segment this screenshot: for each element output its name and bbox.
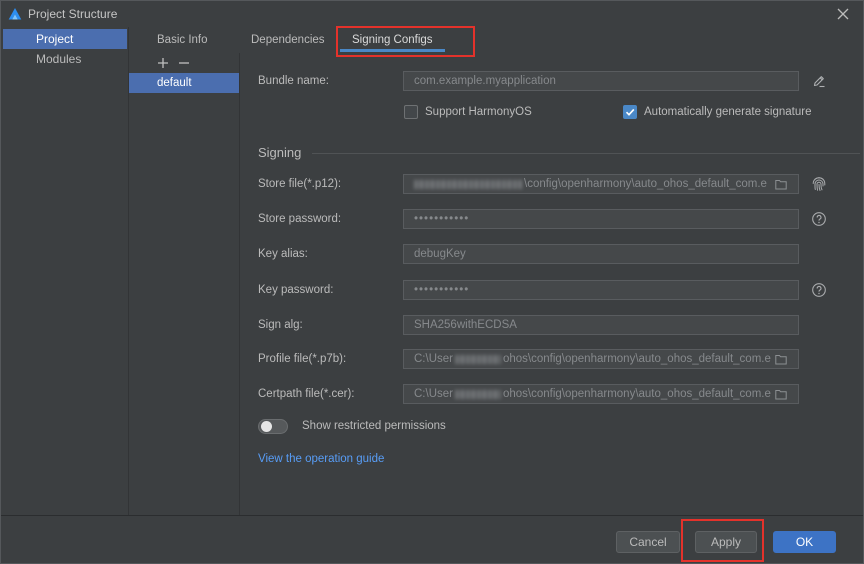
store-password-field[interactable]: •••••••••••	[403, 209, 799, 229]
auto-generate-signature-checkbox[interactable]	[623, 105, 637, 119]
profile-file-value-end: ohos\config\openharmony\auto_ohos_defaul…	[502, 353, 771, 365]
bundle-name-row: Bundle name: com.example.myapplication	[240, 71, 864, 91]
certpath-file-field[interactable]: C:\User ohos\config\openharmony\auto_oho…	[403, 384, 799, 404]
help-icon[interactable]	[812, 283, 826, 297]
folder-icon[interactable]	[775, 389, 787, 400]
title-bar: Project Structure	[0, 0, 864, 27]
fingerprint-icon[interactable]	[811, 176, 827, 192]
tab-signing-configs[interactable]: Signing Configs	[340, 27, 445, 53]
support-harmonyos-checkbox[interactable]	[404, 105, 418, 119]
key-alias-field[interactable]: debugKey	[403, 244, 799, 264]
redacted-path-blur	[454, 354, 501, 364]
show-restricted-permissions-toggle[interactable]	[258, 419, 288, 434]
list-item-default[interactable]: default	[129, 73, 239, 93]
signing-config-list: default	[129, 53, 240, 515]
certpath-file-label: Certpath file(*.cer):	[258, 388, 355, 400]
minus-icon[interactable]	[178, 57, 190, 69]
profile-file-value-start: C:\User	[414, 353, 453, 365]
store-password-row: Store password: •••••••••••	[240, 209, 864, 229]
section-divider	[312, 153, 860, 154]
apply-button[interactable]: Apply	[695, 531, 757, 553]
signing-section-title: Signing	[258, 145, 302, 160]
key-alias-label: Key alias:	[258, 248, 308, 260]
store-file-field[interactable]: \config\openharmony\auto_ohos_default_co…	[403, 174, 799, 194]
dialog-footer: Cancel Apply OK	[0, 515, 864, 564]
key-alias-row: Key alias: debugKey	[240, 244, 864, 264]
show-restricted-permissions-label: Show restricted permissions	[302, 420, 446, 432]
store-password-label: Store password:	[258, 213, 342, 225]
folder-icon[interactable]	[775, 354, 787, 365]
project-structure-dialog: Project Structure Project Modules Basic …	[0, 0, 864, 564]
key-alias-value: debugKey	[414, 248, 466, 260]
sign-alg-label: Sign alg:	[258, 319, 303, 331]
toggle-knob	[261, 421, 272, 432]
store-file-row: Store file(*.p12): \config\openharmony\a…	[240, 174, 864, 194]
bundle-name-label: Bundle name:	[258, 75, 329, 87]
redacted-path-blur	[454, 389, 501, 399]
profile-file-field[interactable]: C:\User ohos\config\openharmony\auto_oho…	[403, 349, 799, 369]
sign-alg-row: Sign alg: SHA256withECDSA	[240, 315, 864, 335]
window-title: Project Structure	[28, 7, 118, 21]
bundle-name-field[interactable]: com.example.myapplication	[403, 71, 799, 91]
signing-configs-panel: Bundle name: com.example.myapplication S…	[240, 53, 864, 515]
sidebar-item-project[interactable]: Project	[3, 29, 127, 49]
key-password-label: Key password:	[258, 284, 334, 296]
tab-dependencies[interactable]: Dependencies	[239, 27, 337, 53]
sign-alg-field[interactable]: SHA256withECDSA	[403, 315, 799, 335]
sign-alg-value: SHA256withECDSA	[414, 319, 517, 331]
store-file-value: \config\openharmony\auto_ohos_default_co…	[524, 178, 767, 190]
cancel-button[interactable]: Cancel	[616, 531, 680, 553]
pencil-icon[interactable]	[812, 74, 826, 88]
profile-file-row: Profile file(*.p7b): C:\User ohos\config…	[240, 349, 864, 369]
sidebar: Project Modules	[0, 27, 129, 515]
key-password-field[interactable]: •••••••••••	[403, 280, 799, 300]
key-password-value: •••••••••••	[414, 284, 470, 296]
plus-icon[interactable]	[157, 57, 169, 69]
support-harmonyos-label: Support HarmonyOS	[425, 106, 532, 118]
operation-guide-link[interactable]: View the operation guide	[258, 452, 384, 467]
ok-button[interactable]: OK	[773, 531, 836, 553]
tab-bar: Basic Info Dependencies Signing Configs	[129, 27, 864, 53]
folder-icon[interactable]	[775, 179, 787, 190]
bundle-name-value: com.example.myapplication	[414, 75, 556, 87]
profile-file-label: Profile file(*.p7b):	[258, 353, 347, 365]
certpath-file-row: Certpath file(*.cer): C:\User ohos\confi…	[240, 384, 864, 404]
store-file-label: Store file(*.p12):	[258, 178, 342, 190]
close-icon[interactable]	[837, 8, 849, 20]
help-icon[interactable]	[812, 212, 826, 226]
auto-generate-signature-label: Automatically generate signature	[644, 106, 812, 118]
redacted-path-blur	[414, 179, 522, 189]
store-password-value: •••••••••••	[414, 213, 470, 225]
sidebar-item-modules[interactable]: Modules	[3, 49, 127, 69]
deveco-logo-icon	[8, 7, 22, 21]
tab-basic-info[interactable]: Basic Info	[145, 27, 220, 53]
certpath-file-value-start: C:\User	[414, 388, 453, 400]
certpath-file-value-end: ohos\config\openharmony\auto_ohos_defaul…	[502, 388, 771, 400]
key-password-row: Key password: •••••••••••	[240, 280, 864, 300]
